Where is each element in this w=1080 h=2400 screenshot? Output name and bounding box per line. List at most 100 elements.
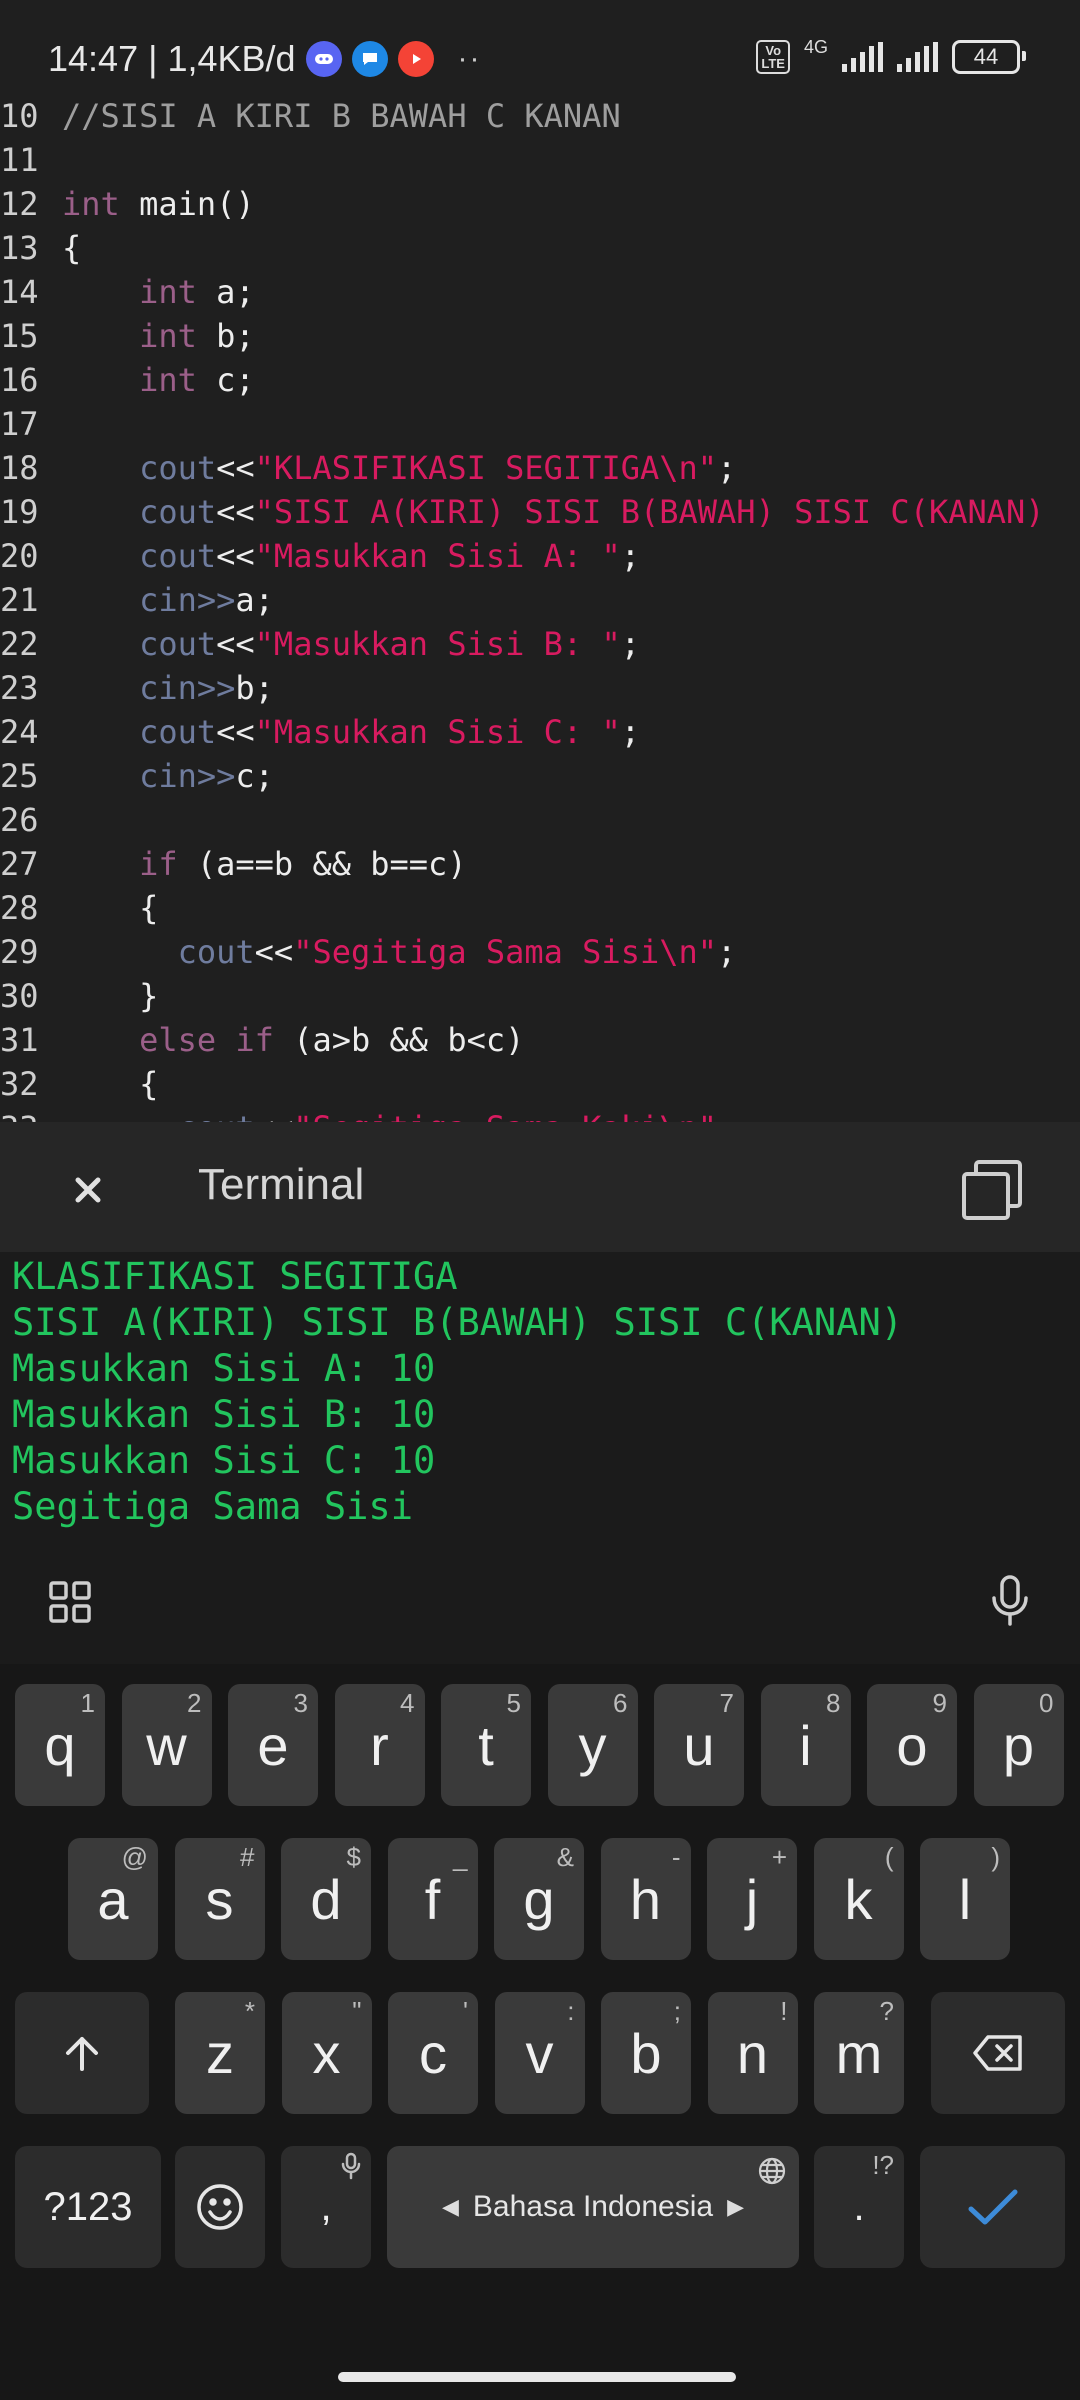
- code-line[interactable]: 28 {: [0, 886, 158, 930]
- code-line[interactable]: 27 if (a==b && b==c): [0, 842, 467, 886]
- copy-icon[interactable]: [960, 1158, 1024, 1222]
- close-icon[interactable]: [68, 1162, 108, 1210]
- space-label: Bahasa Indonesia: [472, 2190, 714, 2223]
- key-label: ?123: [43, 2184, 133, 2229]
- backspace-icon: [973, 2035, 1022, 2071]
- key-label: a: [97, 1867, 129, 1931]
- key-hint: &: [556, 1842, 574, 1872]
- key-m[interactable]: m?: [814, 1992, 904, 2114]
- key-v[interactable]: v:: [494, 1992, 585, 2114]
- symbols-key[interactable]: ?123: [15, 2146, 161, 2268]
- keyboard-toolbar: [0, 1534, 1080, 1664]
- code-line[interactable]: 20 cout<<"Masukkan Sisi A: ";: [0, 534, 640, 578]
- terminal-output-line: Masukkan Sisi A: 10: [12, 1347, 436, 1390]
- line-number: 12: [0, 185, 39, 223]
- code-line[interactable]: 14 int a;: [0, 270, 255, 314]
- key-n[interactable]: n!: [707, 1992, 798, 2114]
- key-hint: ;: [673, 1996, 681, 2026]
- key-t[interactable]: t5: [441, 1684, 531, 1806]
- code-line[interactable]: 10 //SISI A KIRI B BAWAH C KANAN: [0, 94, 621, 138]
- key-h[interactable]: h-: [600, 1838, 691, 1960]
- terminal-output[interactable]: KLASIFIKASI SEGITIGA SISI A(KIRI) SISI B(…: [0, 1252, 1080, 1534]
- code-line[interactable]: 19 cout<<"SISI A(KIRI) SISI B(BAWAH) SIS…: [0, 490, 1045, 534]
- comma-key[interactable]: ,: [281, 2146, 371, 2268]
- key-e[interactable]: e3: [228, 1684, 318, 1806]
- code-token: <<: [216, 713, 255, 751]
- key-c[interactable]: c ': [388, 1992, 478, 2114]
- code-line[interactable]: 12 int main(): [0, 182, 255, 226]
- code-token: a;: [235, 581, 274, 619]
- backspace-key[interactable]: [931, 1992, 1065, 2114]
- code-line[interactable]: 33 cout<<"Segitiga Sama Kaki\n";: [0, 1106, 736, 1122]
- microphone-icon[interactable]: [988, 1574, 1032, 1628]
- code-line[interactable]: 30 }: [0, 974, 158, 1018]
- key-f[interactable]: f _: [387, 1838, 478, 1960]
- code-line[interactable]: 15 int b;: [0, 314, 255, 358]
- code-line[interactable]: 31 else if (a>b && b<c): [0, 1018, 524, 1062]
- code-line[interactable]: 26: [0, 798, 62, 842]
- code-editor[interactable]: 10 //SISI A KIRI B BAWAH C KANAN 11 12 int m…: [0, 94, 1080, 1122]
- line-number: 22: [0, 625, 39, 663]
- code-line[interactable]: 18 cout<<"KLASIFIKASI SEGITIGA\n";: [0, 446, 736, 490]
- line-number: 23: [0, 669, 39, 707]
- key-p[interactable]: p0: [973, 1684, 1064, 1806]
- key-d[interactable]: d $: [281, 1838, 371, 1960]
- code-line[interactable]: 17: [0, 402, 62, 446]
- key-a[interactable]: a @: [68, 1838, 158, 1960]
- code-line[interactable]: 11: [0, 138, 62, 182]
- code-line[interactable]: 23 cin>>b;: [0, 666, 274, 710]
- key-w[interactable]: w2: [121, 1684, 212, 1806]
- code-line[interactable]: 13 {: [0, 226, 81, 270]
- line-number: 15: [0, 317, 39, 355]
- key-hint: (: [884, 1842, 894, 1872]
- key-x[interactable]: x ": [281, 1992, 372, 2114]
- enter-key[interactable]: [920, 2146, 1065, 2268]
- key-y[interactable]: y6: [547, 1684, 638, 1806]
- key-hint: ?: [879, 1996, 894, 2026]
- key-s[interactable]: s #: [174, 1838, 265, 1960]
- apps-grid-icon[interactable]: [48, 1580, 92, 1624]
- code-token: {: [62, 1065, 159, 1103]
- key-label: l: [958, 1867, 972, 1931]
- key-o[interactable]: o9: [867, 1684, 957, 1806]
- code-line[interactable]: 16 int c;: [0, 358, 255, 402]
- key-label: r: [370, 1713, 389, 1777]
- key-hint: 8: [826, 1688, 841, 1718]
- key-hint: 2: [187, 1688, 202, 1718]
- key-q[interactable]: q1: [15, 1684, 105, 1806]
- code-token: <<: [216, 493, 255, 531]
- code-line[interactable]: 29 cout<<"Segitiga Sama Sisi\n";: [0, 930, 736, 974]
- status-bar: 14:47 | 1,4KB/d ·· Vo LTE 4G 44: [0, 0, 1080, 94]
- key-i[interactable]: i8: [760, 1684, 851, 1806]
- key-hint: $: [346, 1842, 361, 1872]
- code-line[interactable]: 32 {: [0, 1062, 158, 1106]
- key-b[interactable]: b;: [601, 1992, 691, 2114]
- period-key[interactable]: .!?: [814, 2146, 904, 2268]
- time-speed: 14:47 | 1,4KB/d: [48, 38, 296, 79]
- code-token: b;: [196, 317, 255, 355]
- code-line[interactable]: 21 cin>>a;: [0, 578, 274, 622]
- key-z[interactable]: z *: [175, 1992, 265, 2114]
- key-k[interactable]: k(: [813, 1838, 904, 1960]
- code-line[interactable]: 25 cin>>c;: [0, 754, 274, 798]
- line-number: 20: [0, 537, 39, 575]
- key-r[interactable]: r4: [334, 1684, 425, 1806]
- home-indicator[interactable]: [338, 2372, 736, 2382]
- key-g[interactable]: g &: [494, 1838, 584, 1960]
- code-token: cout: [139, 493, 217, 531]
- key-j[interactable]: j +: [707, 1838, 797, 1960]
- code-token: cout: [139, 537, 217, 575]
- code-line[interactable]: 22 cout<<"Masukkan Sisi B: ";: [0, 622, 640, 666]
- code-line[interactable]: 24 cout<<"Masukkan Sisi C: ";: [0, 710, 640, 754]
- code-token: "Segitiga Sama Kaki\n": [293, 1109, 717, 1122]
- key-u[interactable]: u7: [654, 1684, 744, 1806]
- emoji-key[interactable]: [175, 2146, 265, 2268]
- space-key[interactable]: ◀ Bahasa Indonesia ▶: [387, 2146, 799, 2268]
- key-l[interactable]: l): [920, 1838, 1010, 1960]
- shift-key[interactable]: [15, 1992, 149, 2114]
- key-label: c: [419, 2021, 447, 2085]
